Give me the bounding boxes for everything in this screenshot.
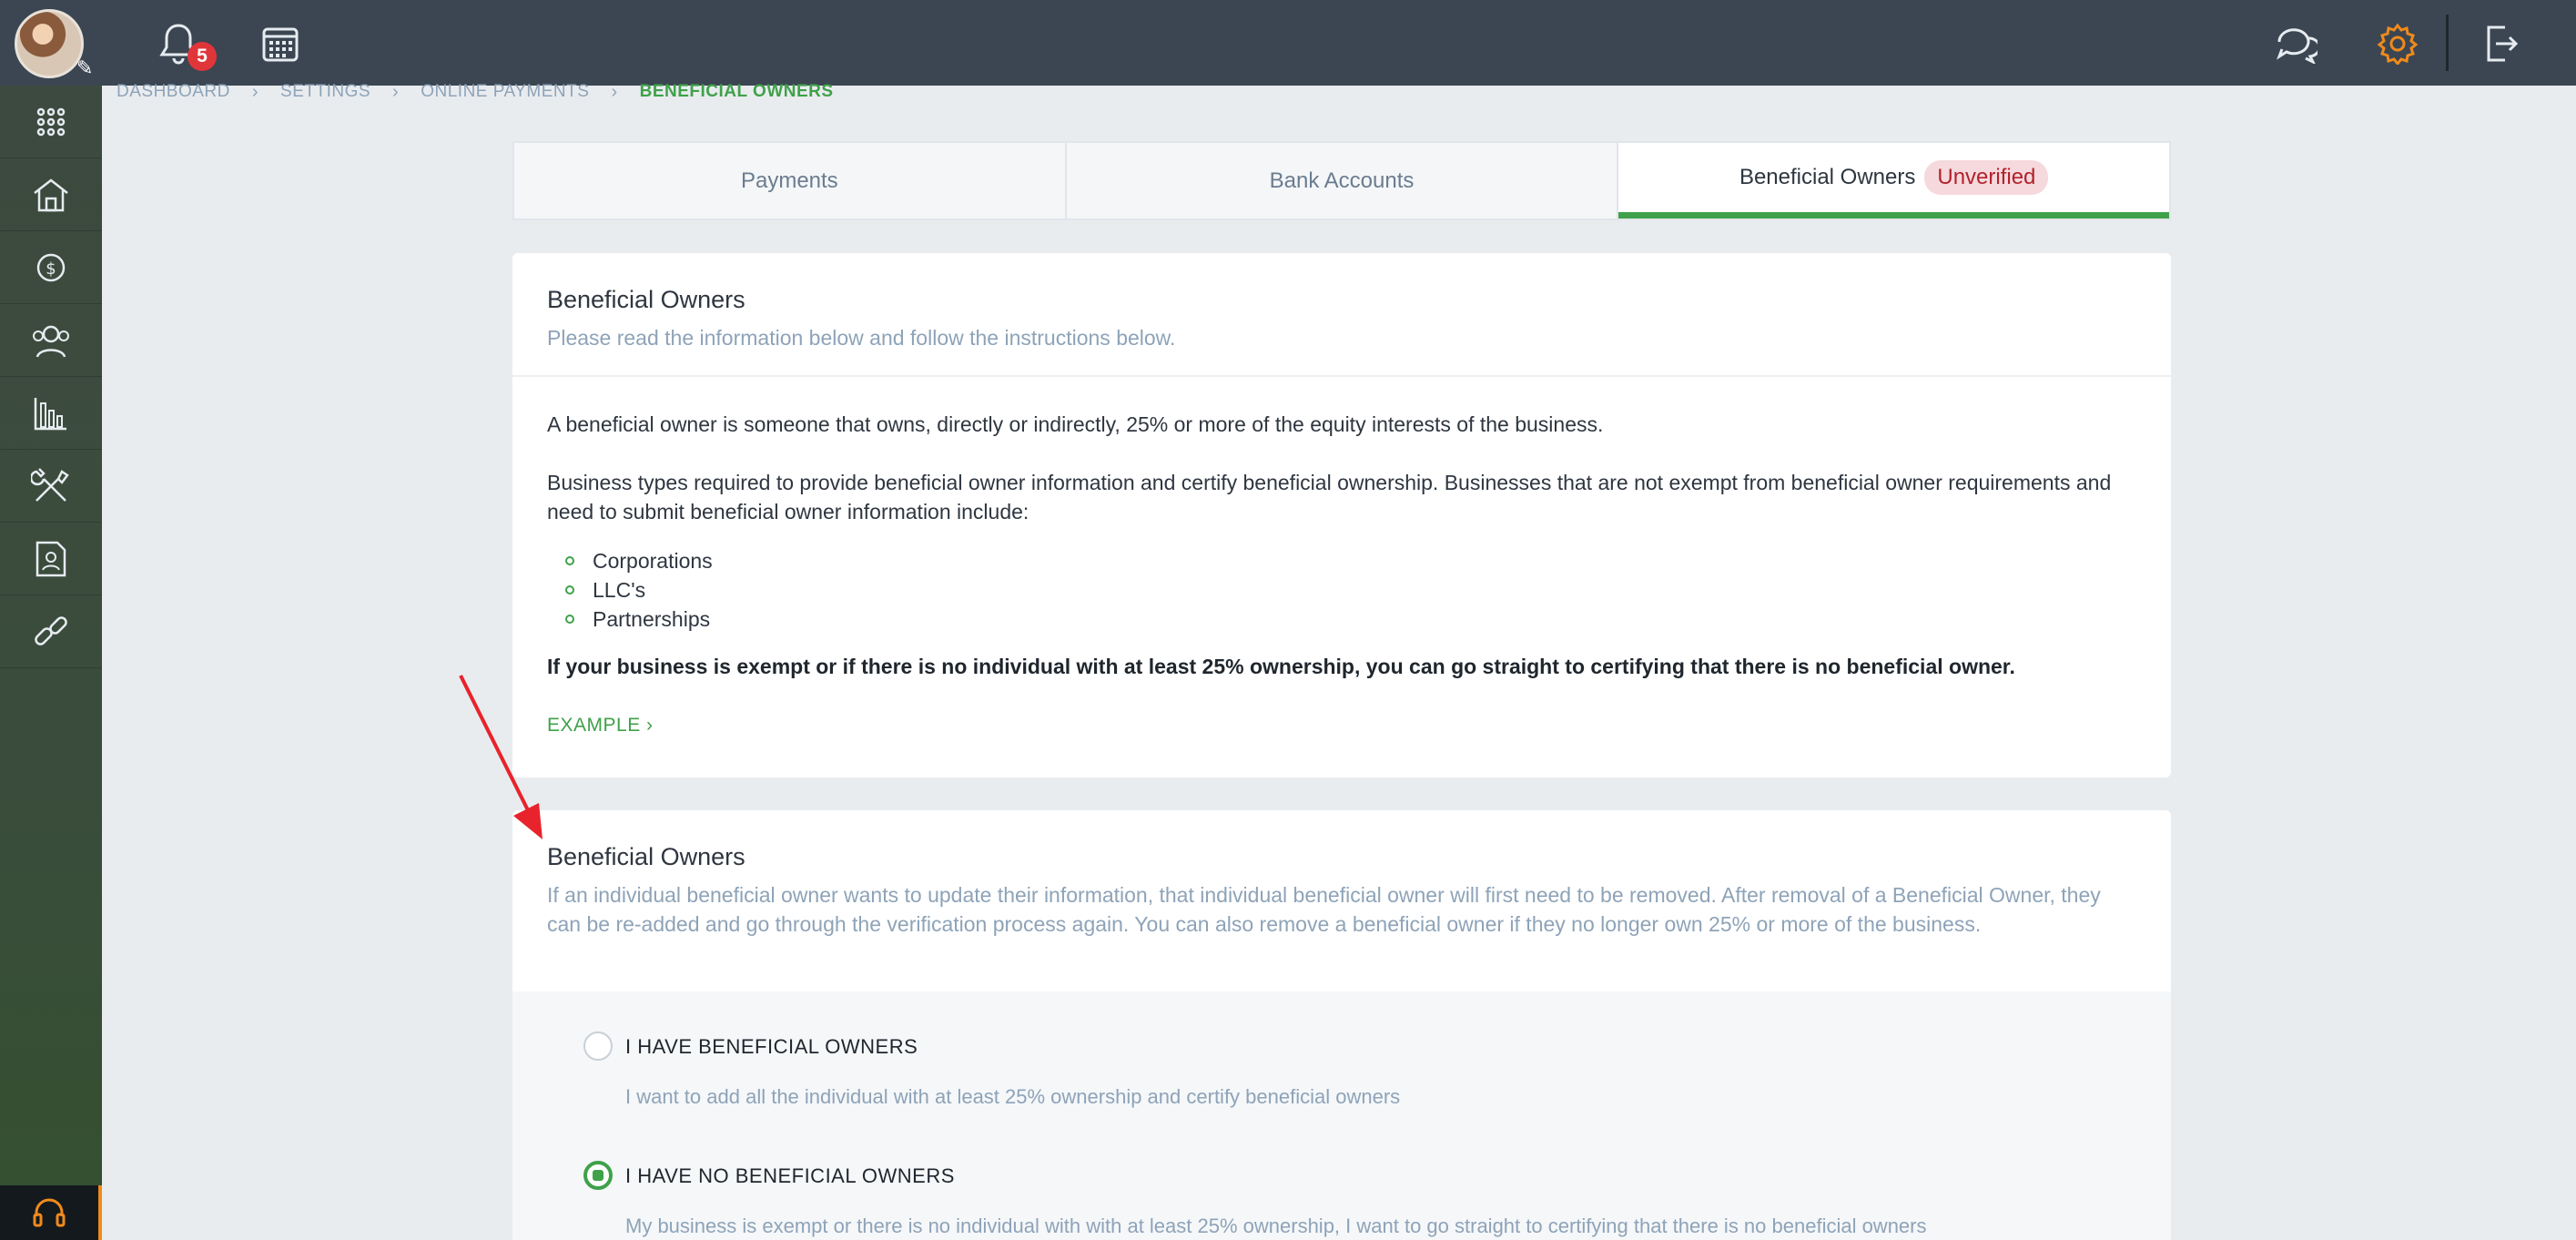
- tab-label: Bank Accounts: [1269, 168, 1415, 193]
- card-subtitle: Please read the information below and fo…: [547, 326, 1176, 350]
- annotation-arrow-icon: [459, 675, 543, 839]
- list-item-label: LLC's: [593, 578, 646, 602]
- tab-label: Payments: [740, 168, 838, 193]
- reports-icon[interactable]: [0, 377, 102, 450]
- business-type-list: Corporations LLC's Partnerships: [547, 546, 713, 634]
- breadcrumb: DASHBOARD › SETTINGS › ONLINE PAYMENTS ›…: [117, 80, 834, 104]
- no-owners-label[interactable]: I HAVE NO BENEFICIAL OWNERS: [625, 1164, 955, 1188]
- chevron-right-icon: ›: [611, 81, 618, 102]
- breadcrumb-current: BENEFICIAL OWNERS: [639, 82, 834, 101]
- svg-text:$: $: [46, 259, 56, 279]
- definition-text: A beneficial owner is someone that owns,…: [547, 412, 1604, 436]
- tab-payments[interactable]: Payments: [514, 143, 1067, 219]
- bullet-icon: [565, 585, 574, 595]
- payments-icon[interactable]: $: [0, 231, 102, 304]
- divider: [512, 375, 2171, 377]
- link-icon[interactable]: [0, 595, 102, 668]
- chevron-right-icon: ›: [392, 81, 400, 102]
- bullet-icon: [565, 615, 574, 624]
- list-item-label: Partnerships: [593, 607, 711, 631]
- logout-icon[interactable]: [2478, 20, 2525, 67]
- status-badge: Unverified: [1924, 160, 2049, 195]
- avatar[interactable]: [15, 9, 84, 78]
- tab-label: Beneficial Owners: [1739, 165, 1916, 189]
- settings-icon[interactable]: [2374, 20, 2421, 67]
- breadcrumb-dashboard[interactable]: DASHBOARD: [117, 82, 230, 102]
- have-owners-label[interactable]: I HAVE BENEFICIAL OWNERS: [625, 1035, 918, 1059]
- breadcrumb-settings[interactable]: SETTINGS: [280, 82, 370, 102]
- documents-icon[interactable]: [0, 523, 102, 595]
- calendar-icon[interactable]: [257, 20, 304, 67]
- card-subtitle: If an individual beneficial owner wants …: [547, 883, 2101, 936]
- list-item: Corporations: [547, 546, 713, 575]
- list-item: LLC's: [547, 575, 713, 605]
- card-title: Beneficial Owners: [547, 843, 745, 870]
- tab-beneficial-owners[interactable]: Beneficial Owners Unverified: [1618, 143, 2170, 219]
- home-icon[interactable]: [0, 158, 102, 231]
- sidebar: $: [0, 86, 102, 1240]
- top-bar: ✎ 5: [0, 0, 2576, 86]
- info-card: Beneficial Owners Please read the inform…: [512, 253, 2171, 778]
- card-title: Beneficial Owners: [547, 286, 745, 313]
- breadcrumb-online-payments[interactable]: ONLINE PAYMENTS: [421, 82, 589, 102]
- requirements-text: Business types required to provide benef…: [547, 471, 2112, 523]
- apps-icon[interactable]: [0, 86, 102, 158]
- chat-icon[interactable]: [2272, 20, 2319, 67]
- have-owners-description: I want to add all the individual with at…: [625, 1085, 1401, 1108]
- headset-icon[interactable]: [0, 1185, 102, 1240]
- tab-bar: Payments Bank Accounts Beneficial Owners…: [512, 141, 2171, 220]
- list-item: Partnerships: [547, 605, 713, 634]
- chevron-right-icon: ›: [251, 81, 259, 102]
- contacts-icon[interactable]: [0, 304, 102, 377]
- pin-icon: ✎: [76, 56, 94, 79]
- tools-icon[interactable]: [0, 450, 102, 523]
- no-owners-radio[interactable]: [583, 1161, 613, 1190]
- no-owners-description: My business is exempt or there is no ind…: [625, 1215, 1927, 1237]
- ownership-options: I HAVE BENEFICIAL OWNERS I want to add a…: [512, 991, 2171, 1240]
- exempt-note: If your business is exempt or if there i…: [547, 655, 2015, 678]
- topbar-divider: [2446, 15, 2449, 71]
- have-owners-radio[interactable]: [583, 1032, 613, 1061]
- bullet-icon: [565, 556, 574, 565]
- owners-card: Beneficial Owners If an individual benef…: [512, 810, 2171, 1240]
- list-item-label: Corporations: [593, 549, 713, 573]
- tab-bank-accounts[interactable]: Bank Accounts: [1067, 143, 1619, 219]
- example-link[interactable]: EXAMPLE ›: [547, 715, 654, 737]
- notification-badge: 5: [188, 42, 217, 71]
